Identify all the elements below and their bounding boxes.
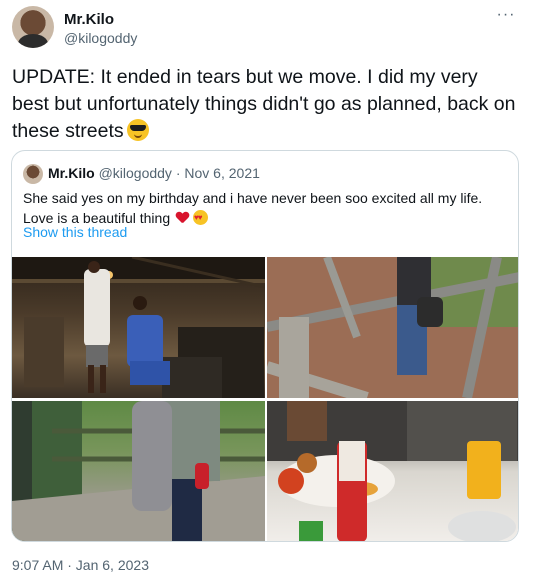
balcony-photo[interactable] xyxy=(12,401,265,541)
walkway-photo[interactable] xyxy=(267,257,518,398)
more-options-icon[interactable]: ··· xyxy=(493,7,519,28)
proposal-photo[interactable] xyxy=(12,257,265,398)
tweet-text: UPDATE: It ended in tears but we move. I… xyxy=(12,64,517,145)
quoted-avatar[interactable] xyxy=(23,164,43,184)
quoted-body: She said yes on my birthday and i have n… xyxy=(23,190,483,226)
quoted-separator: · xyxy=(175,165,181,181)
heart-eyes-emoji-icon xyxy=(193,208,208,228)
avatar[interactable] xyxy=(12,6,54,48)
author-name[interactable]: Mr.Kilo xyxy=(64,11,114,28)
sunglasses-emoji-icon xyxy=(126,119,149,141)
quoted-tweet[interactable]: Mr.Kilo @kilogoddy · Nov 6, 2021 She sai… xyxy=(11,150,519,542)
quoted-meta: Mr.Kilo @kilogoddy · Nov 6, 2021 xyxy=(48,165,260,181)
quoted-date[interactable]: Nov 6, 2021 xyxy=(184,165,260,181)
quoted-author-handle[interactable]: @kilogoddy xyxy=(99,165,172,181)
tweet-header: Mr.Kilo @kilogoddy ··· xyxy=(12,6,521,52)
red-heart-icon xyxy=(176,212,189,224)
show-thread-link[interactable]: Show this thread xyxy=(23,224,127,240)
photo-grid xyxy=(12,257,518,541)
tweet-body: UPDATE: It ended in tears but we move. I… xyxy=(12,66,516,142)
tweet-timestamp[interactable]: 9:07 AM · Jan 6, 2023 xyxy=(12,557,149,573)
author-handle[interactable]: @kilogoddy xyxy=(64,30,137,46)
breakfast-photo[interactable] xyxy=(267,401,518,541)
quoted-text: She said yes on my birthday and i have n… xyxy=(23,188,513,228)
quoted-author-name[interactable]: Mr.Kilo xyxy=(48,165,95,181)
